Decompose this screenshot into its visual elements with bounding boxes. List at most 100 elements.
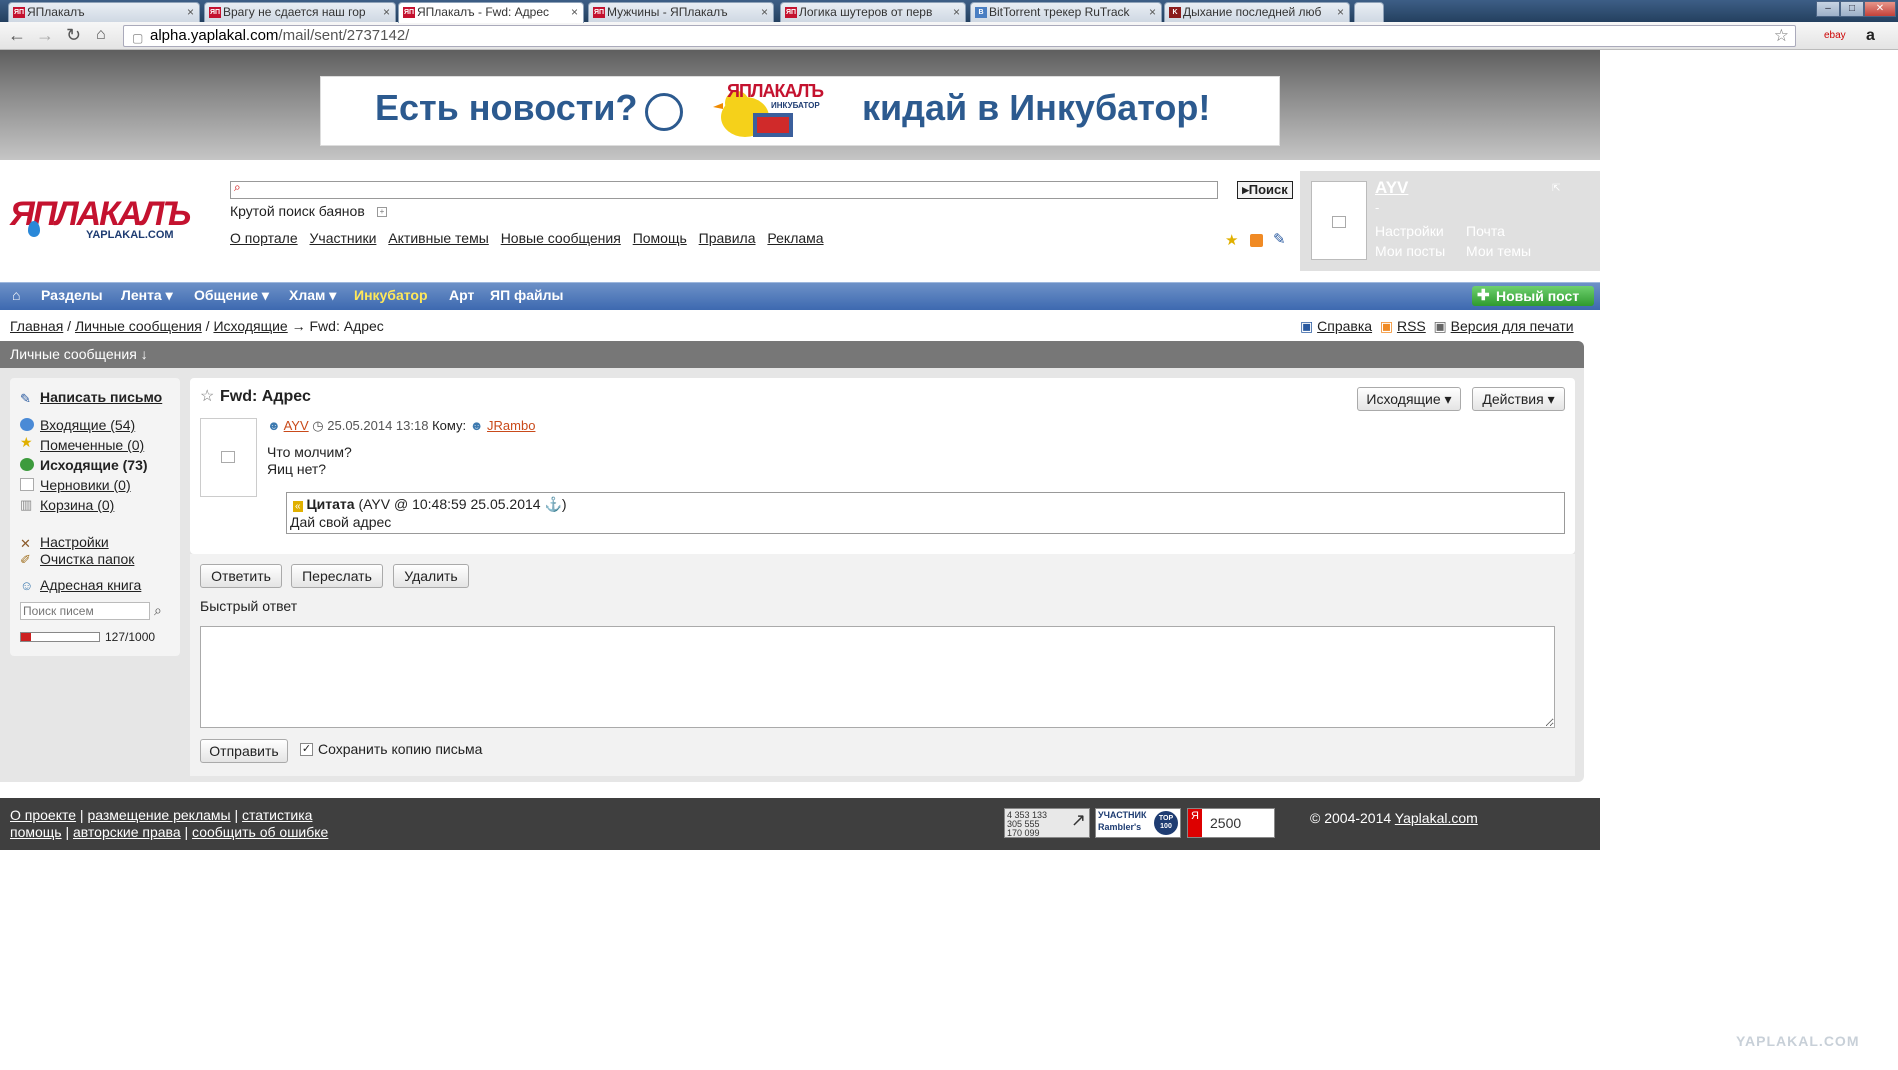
browser-tab-active[interactable]: ЯП ЯПлакалъ - Fwd: Адрес × [398,2,584,23]
user-settings-link[interactable]: Настройки [1375,223,1444,239]
home-icon[interactable]: ⌂ [96,26,106,44]
folder-sent[interactable]: Исходящие (73) [40,457,148,473]
copyright-site-link[interactable]: Yaplakal.com [1395,810,1478,826]
bookmark-star-icon[interactable]: ☆ [1774,26,1789,46]
user-topics-link[interactable]: Мои темы [1466,243,1531,259]
rambler-counter[interactable]: УЧАСТНИК Rambler's TOP 100 [1095,808,1181,838]
recipient-link[interactable]: JRambo [487,418,535,433]
new-post-button[interactable]: ✚ Новый пост [1472,286,1594,306]
actions-dropdown-button[interactable]: Действия ▾ [1472,387,1565,411]
header-link-about[interactable]: О портале [230,230,298,246]
nav-sections[interactable]: Разделы [41,287,103,303]
nav-incubator[interactable]: Инкубатор [354,287,428,303]
forward-button[interactable]: Переслать [291,564,383,588]
advanced-search-link[interactable]: Крутой поиск баянов [230,203,365,219]
footer-link-report-error[interactable]: сообщить об ошибке [192,824,328,840]
nav-community[interactable]: Общение ▾ [194,287,269,304]
folder-drafts[interactable]: Черновики (0) [40,477,131,493]
close-tab-icon[interactable]: × [1337,3,1344,22]
pencil-icon[interactable]: ✎ [1273,230,1286,248]
footer-link-about[interactable]: О проекте [10,807,76,823]
site-logo[interactable]: ЯПЛАКАЛЪ YAPLAKAL.COM [10,195,210,245]
footer-link-help[interactable]: помощь [10,824,62,840]
addressbook-link[interactable]: Адресная книга [40,577,141,593]
compose-link[interactable]: Написать письмо [40,389,162,405]
footer-link-advertise[interactable]: размещение рекламы [87,807,230,823]
search-button[interactable]: ▸Поиск [1237,181,1293,199]
star-outline-icon[interactable]: ☆ [200,386,214,406]
folder-dropdown-button[interactable]: Исходящие ▾ [1357,387,1461,411]
folder-starred[interactable]: Помеченные (0) [40,437,144,453]
browser-tab[interactable]: K Дыхание последней люб × [1164,2,1350,22]
header-link-rules[interactable]: Правила [699,230,756,246]
nav-junk[interactable]: Хлам ▾ [289,287,336,304]
mail-settings-link[interactable]: Настройки [40,534,109,550]
favorite-star-icon[interactable]: ★ [1225,231,1238,249]
search-icon[interactable]: ⌕ [154,602,162,619]
footer-link-copyright[interactable]: авторские права [73,824,181,840]
back-icon[interactable]: ← [8,26,26,44]
header-link-ads[interactable]: Реклама [767,230,823,246]
quick-reply-textarea[interactable] [200,626,1555,728]
yandex-counter[interactable]: Я 2500 [1187,808,1275,838]
close-tab-icon[interactable]: × [761,3,768,22]
maximize-icon[interactable]: □ [1840,1,1864,17]
browser-tab[interactable]: ЯП Врагу не сдается наш гор × [204,2,396,22]
username-link[interactable]: AYV [1375,178,1408,198]
sender-avatar[interactable] [200,418,257,497]
close-window-icon[interactable]: ✕ [1864,1,1896,17]
new-tab-button[interactable] [1354,2,1384,22]
liveinternet-counter[interactable]: 4 353 133 305 555 170 099 ↗ [1004,808,1090,838]
forward-icon[interactable]: → [36,26,54,44]
user-posts-link[interactable]: Мои посты [1375,243,1445,259]
close-tab-icon[interactable]: × [571,3,578,22]
address-bar[interactable]: ▢ alpha.yaplakal.com/mail/sent/2737142/ … [123,25,1796,47]
close-tab-icon[interactable]: × [1149,3,1156,22]
close-tab-icon[interactable]: × [953,3,960,22]
reload-icon[interactable]: ↻ [66,26,81,44]
logout-icon[interactable]: ⇱ [1552,183,1560,194]
folder-trash[interactable]: Корзина (0) [40,497,114,513]
close-tab-icon[interactable]: × [187,3,194,22]
browser-tab[interactable]: ЯП ЯПлакалъ × [8,2,200,22]
breadcrumb-home[interactable]: Главная [10,318,63,334]
logo-subtext: YAPLAKAL.COM [86,229,174,241]
home-icon[interactable]: ⌂ [12,287,20,303]
expand-icon[interactable]: + [377,207,387,217]
site-search-input[interactable]: ⌕ [230,180,1218,199]
delete-button[interactable]: Удалить [393,564,469,588]
header-link-new-posts[interactable]: Новые сообщения [501,230,621,246]
reply-button[interactable]: Ответить [200,564,282,588]
rss-icon[interactable] [1250,234,1263,247]
clean-folders-link[interactable]: Очистка папок [40,551,134,567]
header-link-help[interactable]: Помощь [633,230,687,246]
nav-files[interactable]: ЯП файлы [490,287,564,303]
browser-tab[interactable]: ЯП Логика шутеров от перв × [780,2,966,22]
sender-link[interactable]: AYV [284,418,309,433]
browser-tab[interactable]: ЯП Мужчины - ЯПлакалъ × [588,2,774,22]
print-version-link[interactable]: Версия для печати [1451,318,1574,334]
send-button[interactable]: Отправить [200,739,288,763]
breadcrumb-sent[interactable]: Исходящие [213,318,287,334]
section-header[interactable]: Личные сообщения ↓ [0,341,1584,368]
nav-feed[interactable]: Лента ▾ [121,287,173,304]
mail-search-input[interactable] [20,602,150,620]
anchor-icon[interactable]: ⚓ [544,496,561,512]
user-mail-link[interactable]: Почта [1466,223,1505,239]
header-link-members[interactable]: Участники [310,230,377,246]
save-copy-checkbox[interactable]: ✓ [300,743,313,756]
browser-tab[interactable]: B BitTorrent трекер RuTrack × [970,2,1162,22]
user-avatar[interactable] [1311,181,1367,260]
header-link-active-topics[interactable]: Активные темы [388,230,489,246]
amazon-extension-icon[interactable]: a [1866,27,1875,45]
close-tab-icon[interactable]: × [383,3,390,22]
ebay-extension-icon[interactable]: ebay [1824,30,1846,41]
help-link[interactable]: Справка [1317,318,1372,334]
minimize-icon[interactable]: – [1816,1,1840,17]
folder-inbox[interactable]: Входящие (54) [40,417,135,433]
nav-art[interactable]: Арт [449,287,474,303]
rss-link[interactable]: RSS [1397,318,1426,334]
footer-link-stats[interactable]: статистика [242,807,312,823]
promo-banner[interactable]: Есть новости? ЯПЛАКАЛЪ ИНКУБАТОР кидай в… [320,76,1280,146]
breadcrumb-messages[interactable]: Личные сообщения [75,318,202,334]
